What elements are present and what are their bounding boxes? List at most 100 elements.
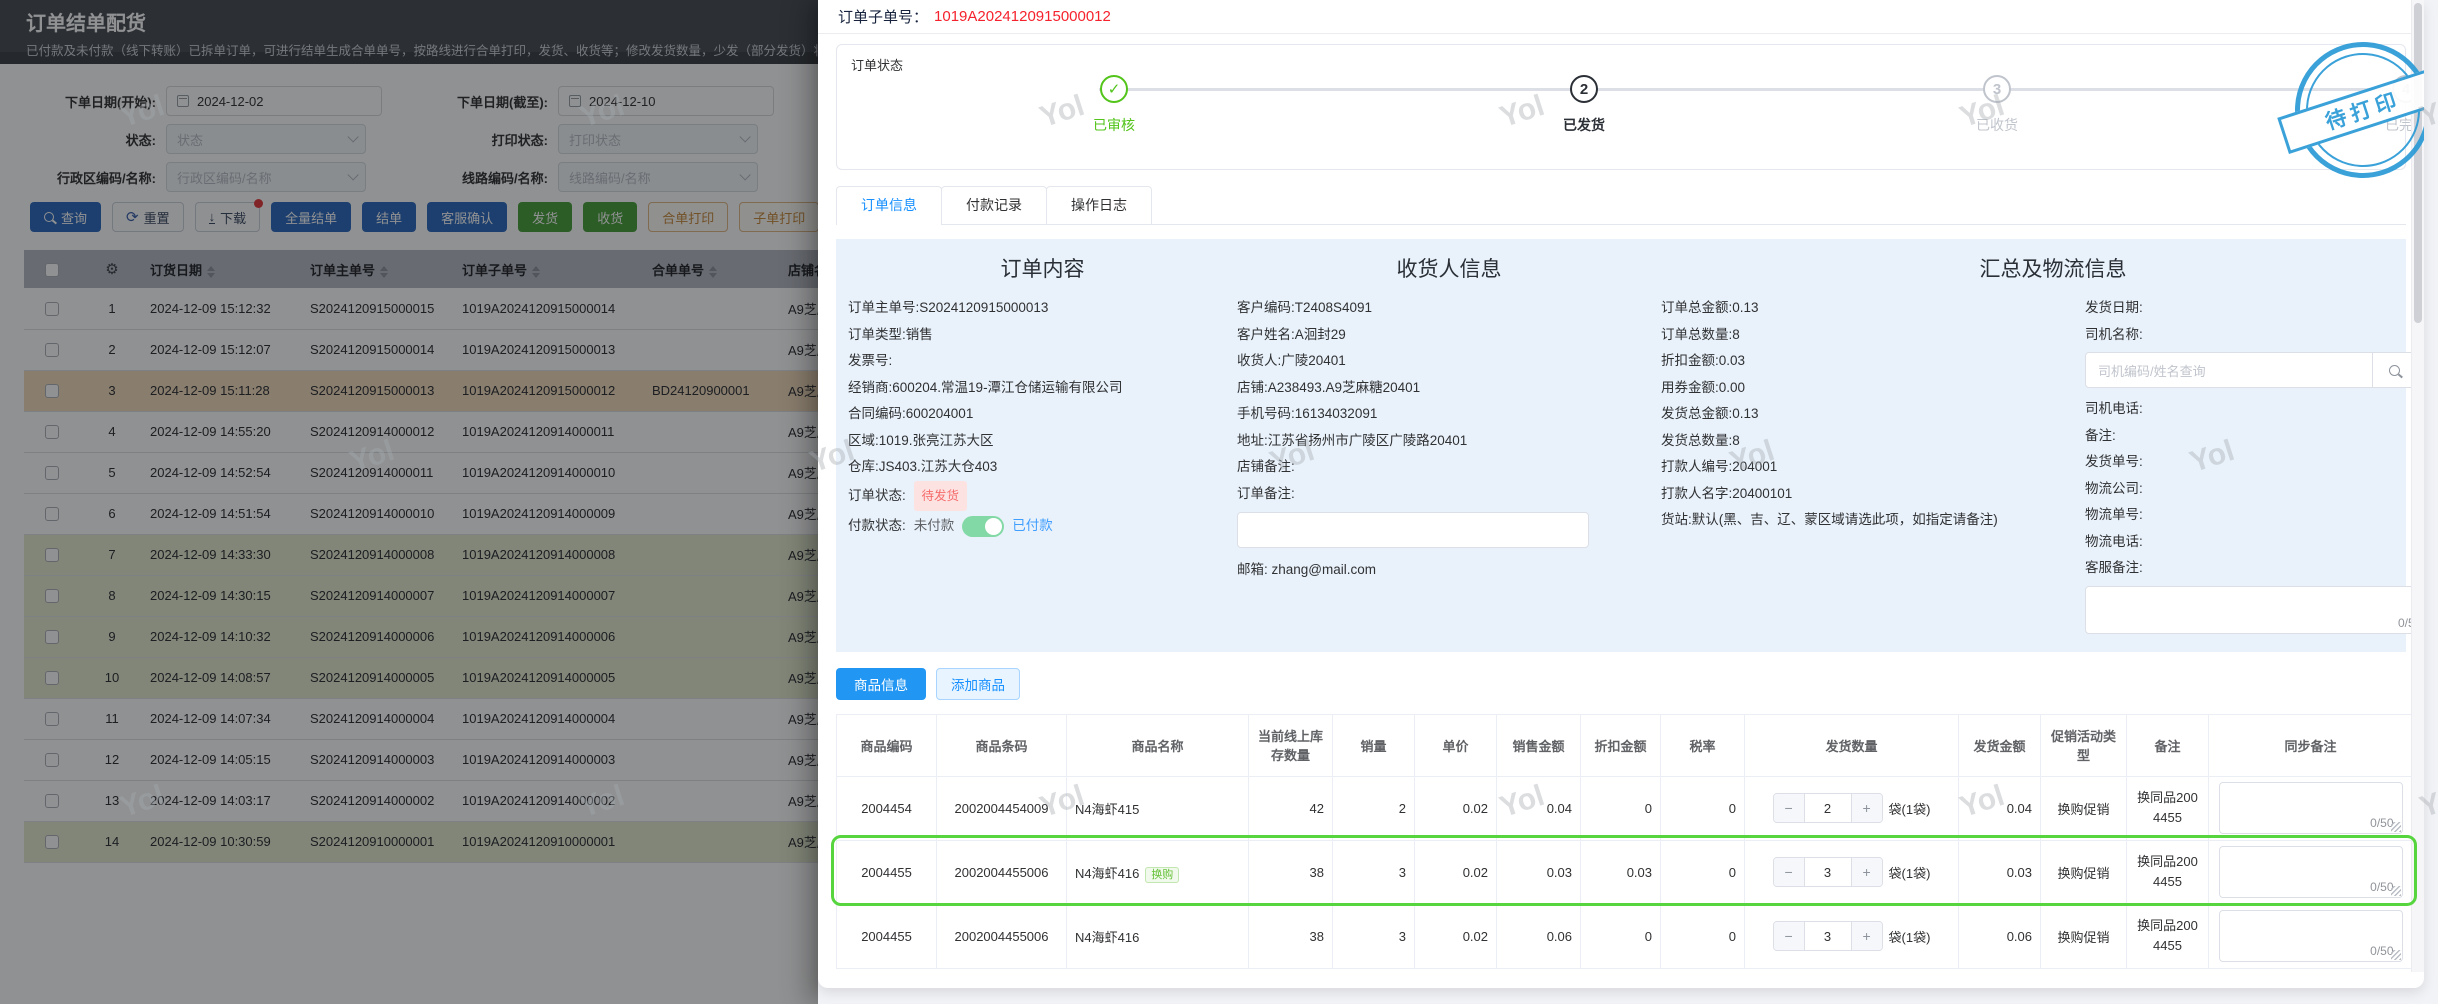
drawer-scrollbar[interactable]: [2411, 0, 2424, 972]
quantity-stepper[interactable]: −3+: [1773, 857, 1883, 887]
increase-button[interactable]: +: [1852, 794, 1882, 822]
order-content-line: 发票号:: [848, 348, 1213, 375]
product-section-bar: 商品信息 添加商品: [836, 668, 2406, 700]
sub-order-label: 订单子单号：: [838, 6, 928, 27]
promo-type-cell: 换购促销: [2041, 776, 2127, 840]
payment-on-label: 已付款: [1012, 511, 1053, 541]
status-badge: 待发货: [914, 481, 968, 512]
promo-type-cell: 换购促销: [2041, 904, 2127, 968]
logistics-lines: 司机电话:备注:发货单号:物流公司:物流单号:物流电话:: [2085, 396, 2424, 555]
ship-quantity-cell: −3+ 袋(1袋): [1745, 904, 1959, 968]
product-cell: 0.02: [1415, 840, 1497, 904]
product-barcode-cell: 2002004455006: [937, 904, 1067, 968]
logistics-line: 物流电话:: [2085, 529, 2424, 556]
product-cell: 0.04: [1959, 776, 2041, 840]
increase-button[interactable]: +: [1852, 922, 1882, 950]
ship-quantity-cell: −2+ 袋(1袋): [1745, 776, 1959, 840]
product-code-cell: 2004455: [837, 904, 937, 968]
sync-remark-textarea[interactable]: 0/50: [2219, 910, 2403, 962]
driver-search-button[interactable]: [2372, 353, 2416, 387]
summary-line: 折扣金额:0.03: [1661, 348, 2061, 375]
sub-order-number: 1019A2024120915000012: [934, 8, 1111, 25]
product-row[interactable]: 20044552002004455006N4海虾4163830.020.0600…: [837, 904, 2413, 968]
sync-remark-cell: 0/50: [2209, 840, 2413, 904]
product-cell: 0.03: [1959, 840, 2041, 904]
order-content-line: 订单类型:销售: [848, 322, 1213, 349]
product-row[interactable]: 20044542002004454009N4海虾4154220.020.0400…: [837, 776, 2413, 840]
scrollbar-thumb[interactable]: [2414, 3, 2422, 323]
resize-handle[interactable]: [2391, 950, 2401, 960]
product-name: N4海虾415: [1075, 802, 1139, 817]
product-column-header: 同步备注: [2209, 714, 2413, 776]
order-content-line: 区域:1019.张亮江苏大区: [848, 428, 1213, 455]
sync-remark-textarea[interactable]: 0/50: [2219, 846, 2403, 898]
product-cell: 0.02: [1415, 776, 1497, 840]
search-icon: [2389, 365, 2400, 376]
quantity-stepper[interactable]: −3+: [1773, 921, 1883, 951]
sync-remark-cell: 0/50: [2209, 776, 2413, 840]
receiver-line: 店铺备注:: [1237, 454, 1637, 481]
decrease-button[interactable]: −: [1774, 794, 1804, 822]
step-shipped: 2 已发货: [1524, 75, 1644, 135]
ship-date-label: 发货日期:: [2085, 295, 2424, 322]
decrease-button[interactable]: −: [1774, 858, 1804, 886]
remark-cell: 换同品2004455: [2127, 840, 2209, 904]
order-detail-drawer: 订单子单号： 1019A2024120915000012 订单状态 ✓ 已审核 …: [818, 0, 2438, 1004]
resize-handle[interactable]: [2391, 886, 2401, 896]
section-title-summary-logistics: 汇总及物流信息: [1661, 253, 2424, 295]
payment-toggle[interactable]: [962, 516, 1004, 537]
sync-remark-textarea[interactable]: 0/50: [2219, 782, 2403, 834]
product-cell: 2: [1333, 776, 1415, 840]
product-column-header: 备注: [2127, 714, 2209, 776]
summary-line: 打款人名字:20400101: [1661, 481, 2061, 508]
product-name: N4海虾416: [1075, 930, 1139, 945]
order-content-line: 订单主单号:S2024120915000013: [848, 295, 1213, 322]
summary-line: 打款人编号:204001: [1661, 454, 2061, 481]
exchange-badge: 换购: [1145, 867, 1179, 883]
product-cell: 38: [1249, 904, 1333, 968]
product-cell: 0: [1661, 904, 1745, 968]
order-remark-input[interactable]: [1237, 512, 1589, 548]
section-title-order-content: 订单内容: [848, 253, 1237, 295]
check-icon: ✓: [1100, 75, 1128, 103]
product-row[interactable]: 20044552002004455006N4海虾416换购3830.020.03…: [837, 840, 2413, 904]
unit-label: 袋(1袋): [1889, 802, 1931, 817]
product-name-cell: N4海虾416: [1067, 904, 1249, 968]
resize-handle[interactable]: [2391, 822, 2401, 832]
product-header-row: 商品编码商品条码商品名称当前线上库存数量销量单价销售金额折扣金额税率发货数量发货…: [837, 714, 2413, 776]
product-cell: 0: [1581, 776, 1661, 840]
unit-label: 袋(1袋): [1889, 930, 1931, 945]
increase-button[interactable]: +: [1852, 858, 1882, 886]
product-column-header: 商品名称: [1067, 714, 1249, 776]
tab-payment-records[interactable]: 付款记录: [941, 186, 1047, 224]
product-name-cell: N4海虾416换购: [1067, 840, 1249, 904]
product-barcode-cell: 2002004455006: [937, 840, 1067, 904]
tab-operation-log[interactable]: 操作日志: [1046, 186, 1152, 224]
product-table-body: 20044542002004454009N4海虾4154220.020.0400…: [837, 776, 2413, 968]
product-cell: 3: [1333, 904, 1415, 968]
product-cell: 0: [1661, 776, 1745, 840]
product-info-button[interactable]: 商品信息: [836, 668, 926, 700]
product-cell: 0.03: [1581, 840, 1661, 904]
remark-cell: 换同品2004455: [2127, 904, 2209, 968]
tab-order-info[interactable]: 订单信息: [836, 186, 942, 224]
summary-line: 用券金额:0.00: [1661, 375, 2061, 402]
summary-column: 订单总金额:0.13订单总数量:8折扣金额:0.03用券金额:0.00发货总金额…: [1661, 295, 2085, 634]
order-status-title: 订单状态: [851, 55, 903, 74]
remark-cell: 换同品2004455: [2127, 776, 2209, 840]
add-product-button[interactable]: 添加商品: [936, 668, 1020, 700]
product-cell: 0: [1581, 904, 1661, 968]
product-cell: 38: [1249, 840, 1333, 904]
product-column-header: 发货金额: [1959, 714, 2041, 776]
quantity-value: 3: [1804, 922, 1852, 950]
decrease-button[interactable]: −: [1774, 922, 1804, 950]
product-cell: 0.03: [1497, 840, 1581, 904]
logistics-line: 物流单号:: [2085, 502, 2424, 529]
receiver-column: 客户编码:T2408S4091客户姓名:A洄封29收货人:广陵20401店铺:A…: [1237, 295, 1661, 634]
product-column-header: 销售金额: [1497, 714, 1581, 776]
summary-line: 订单总数量:8: [1661, 322, 2061, 349]
cs-remark-textarea[interactable]: 0/500: [2085, 586, 2424, 634]
driver-search-input[interactable]: 司机编码/姓名查询: [2086, 353, 2372, 387]
summary-line: 发货总数量:8: [1661, 428, 2061, 455]
quantity-stepper[interactable]: −2+: [1773, 793, 1883, 823]
